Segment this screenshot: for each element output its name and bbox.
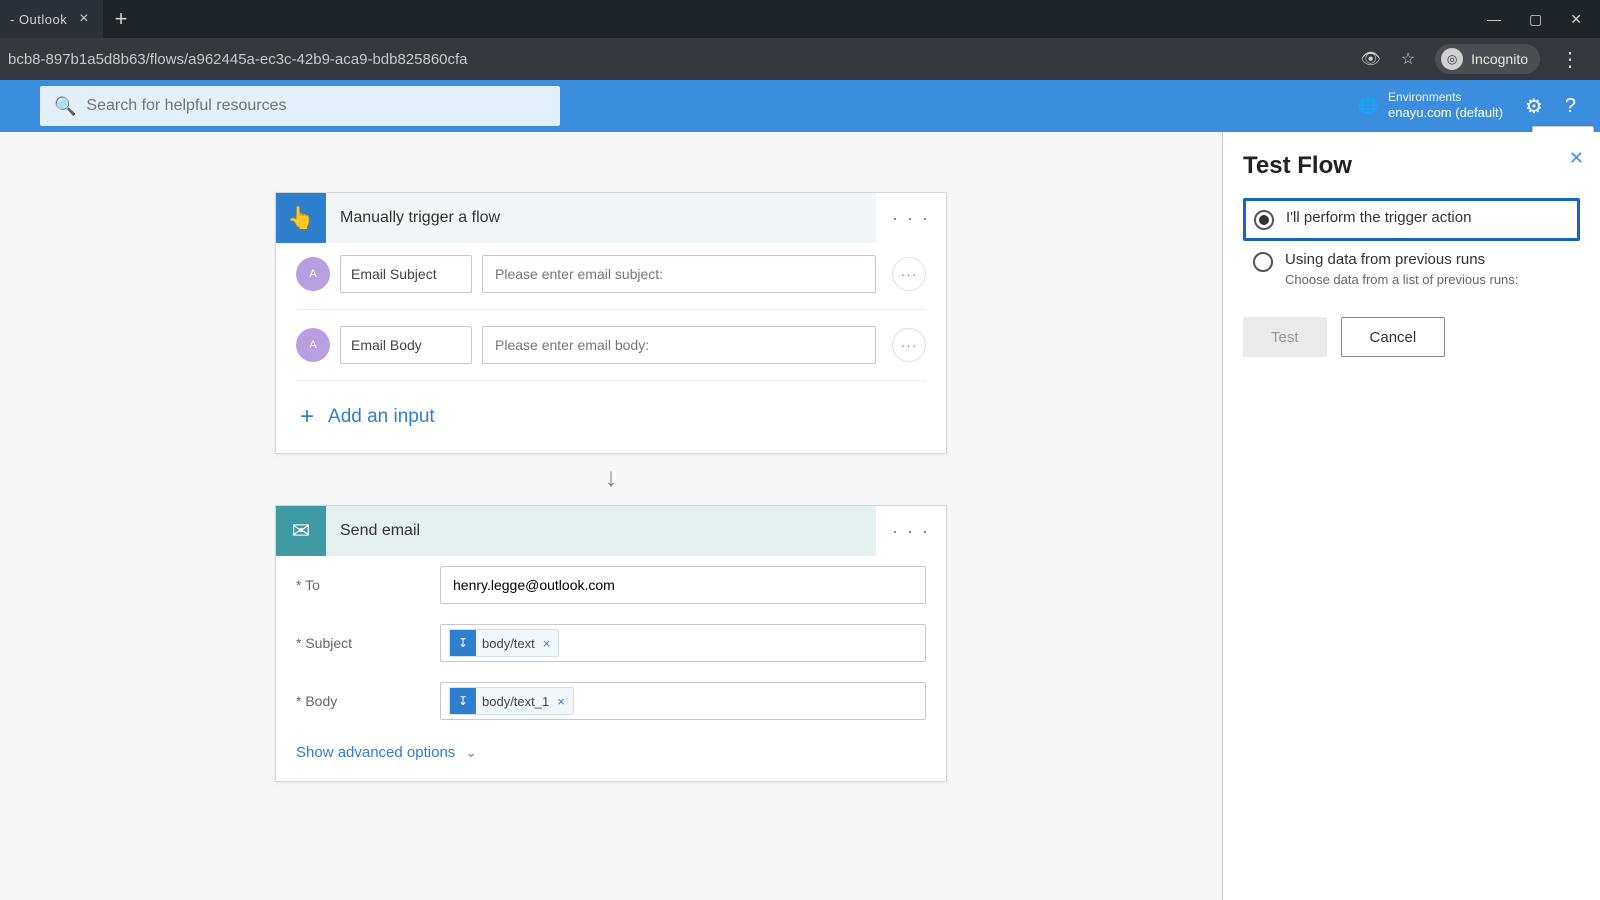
show-advanced-options[interactable]: Show advanced options ⌄ — [276, 730, 946, 781]
search-box[interactable]: 🔍 — [40, 86, 560, 126]
incognito-badge[interactable]: ◎ Incognito — [1435, 44, 1540, 74]
radio-option-previous[interactable]: Using data from previous runs Choose dat… — [1243, 241, 1580, 297]
trigger-input-row: A Email Body Please enter email body: ··… — [276, 314, 946, 376]
action-card: ✉ Send email · · · * To * Subject ↧ body… — [275, 505, 947, 782]
chevron-down-icon: ⌄ — [465, 744, 477, 761]
radio-icon — [1254, 210, 1274, 230]
trigger-card-header[interactable]: 👆 Manually trigger a flow · · · — [276, 193, 946, 243]
browser-menu-icon[interactable]: ⋮ — [1560, 47, 1580, 72]
body-field-row: * Body ↧ body/text_1 × — [276, 672, 946, 730]
incognito-icon: ◎ — [1441, 48, 1463, 70]
close-tab-icon[interactable]: × — [75, 10, 92, 28]
eye-off-icon[interactable]: 👁 — [1361, 49, 1381, 69]
gear-icon[interactable]: ⚙ — [1525, 94, 1543, 119]
test-button[interactable]: Test — [1243, 317, 1327, 357]
input-name[interactable]: Email Body — [340, 326, 472, 364]
input-value[interactable]: Please enter email body: — [482, 326, 876, 364]
browser-tab[interactable]: - Outlook × — [0, 0, 103, 38]
plus-icon: + — [300, 403, 314, 431]
card-menu-icon[interactable]: · · · — [876, 208, 946, 229]
add-input-button[interactable]: + Add an input — [276, 385, 946, 453]
new-tab-button[interactable]: + — [103, 6, 140, 32]
bookmark-star-icon[interactable]: ☆ — [1401, 49, 1415, 69]
flow-arrow-icon: ↓ — [275, 462, 947, 493]
token-icon: ↧ — [450, 630, 476, 656]
incognito-label: Incognito — [1471, 51, 1528, 67]
token-remove-icon[interactable]: × — [549, 694, 573, 709]
test-flow-panel: ✕ Test Flow I'll perform the trigger act… — [1222, 132, 1600, 900]
search-input[interactable] — [86, 97, 546, 115]
show-adv-label: Show advanced options — [296, 744, 455, 761]
trigger-title: Manually trigger a flow — [326, 193, 876, 243]
to-input[interactable] — [440, 566, 926, 604]
input-value[interactable]: Please enter email subject: — [482, 255, 876, 293]
flow-canvas: 👆 Manually trigger a flow · · · A Email … — [0, 132, 1222, 900]
close-window-icon[interactable]: ✕ — [1570, 11, 1582, 28]
environment-picker[interactable]: 🌐 Environments enayu.com (default) — [1358, 90, 1503, 121]
row-menu-icon[interactable]: ··· — [892, 257, 926, 291]
text-type-icon: A — [296, 257, 330, 291]
panel-close-icon[interactable]: ✕ — [1569, 148, 1584, 169]
trigger-input-row: A Email Subject Please enter email subje… — [276, 243, 946, 305]
maximize-icon[interactable]: ▢ — [1529, 11, 1542, 28]
body-label: * Body — [296, 693, 426, 709]
help-icon[interactable]: ? — [1565, 95, 1576, 118]
browser-tab-strip: - Outlook × + ― ▢ ✕ — [0, 0, 1600, 38]
token-icon: ↧ — [450, 688, 476, 714]
url-text: bcb8-897b1a5d8b63/flows/a962445a-ec3c-42… — [8, 51, 1361, 68]
touch-icon: 👆 — [276, 193, 326, 243]
subject-input[interactable]: ↧ body/text × — [440, 624, 926, 662]
to-input-text[interactable] — [449, 573, 917, 597]
address-bar[interactable]: bcb8-897b1a5d8b63/flows/a962445a-ec3c-42… — [0, 38, 1600, 80]
globe-icon: 🌐 — [1358, 96, 1378, 116]
env-value: enayu.com (default) — [1388, 105, 1503, 121]
dynamic-token[interactable]: ↧ body/text × — [449, 629, 559, 657]
action-title: Send email — [326, 506, 876, 556]
radio-label: I'll perform the trigger action — [1286, 209, 1471, 226]
divider — [296, 309, 926, 310]
divider — [296, 380, 926, 381]
cancel-button[interactable]: Cancel — [1341, 317, 1446, 357]
radio-label: Using data from previous runs — [1285, 251, 1518, 268]
to-field-row: * To — [276, 556, 946, 614]
search-icon: 🔍 — [54, 96, 76, 117]
window-controls: ― ▢ ✕ — [1487, 11, 1600, 28]
radio-icon — [1253, 252, 1273, 272]
app-header: 🔍 🌐 Environments enayu.com (default) ⚙ ?… — [0, 80, 1600, 132]
panel-title: Test Flow — [1243, 152, 1580, 180]
tab-title: - Outlook — [10, 12, 67, 27]
minimize-icon[interactable]: ― — [1487, 11, 1501, 28]
row-menu-icon[interactable]: ··· — [892, 328, 926, 362]
body-input[interactable]: ↧ body/text_1 × — [440, 682, 926, 720]
token-remove-icon[interactable]: × — [535, 636, 559, 651]
action-card-header[interactable]: ✉ Send email · · · — [276, 506, 946, 556]
radio-option-manual[interactable]: I'll perform the trigger action — [1243, 198, 1580, 241]
mail-icon: ✉ — [276, 506, 326, 556]
card-menu-icon[interactable]: · · · — [876, 521, 946, 542]
token-label: body/text — [482, 636, 535, 651]
token-label: body/text_1 — [482, 694, 549, 709]
input-name[interactable]: Email Subject — [340, 255, 472, 293]
dynamic-token[interactable]: ↧ body/text_1 × — [449, 687, 574, 715]
to-label: * To — [296, 577, 426, 593]
subject-label: * Subject — [296, 635, 426, 651]
radio-sublabel: Choose data from a list of previous runs… — [1285, 272, 1518, 287]
subject-field-row: * Subject ↧ body/text × — [276, 614, 946, 672]
add-input-label: Add an input — [328, 406, 435, 428]
trigger-card: 👆 Manually trigger a flow · · · A Email … — [275, 192, 947, 454]
env-label: Environments — [1388, 90, 1503, 105]
text-type-icon: A — [296, 328, 330, 362]
